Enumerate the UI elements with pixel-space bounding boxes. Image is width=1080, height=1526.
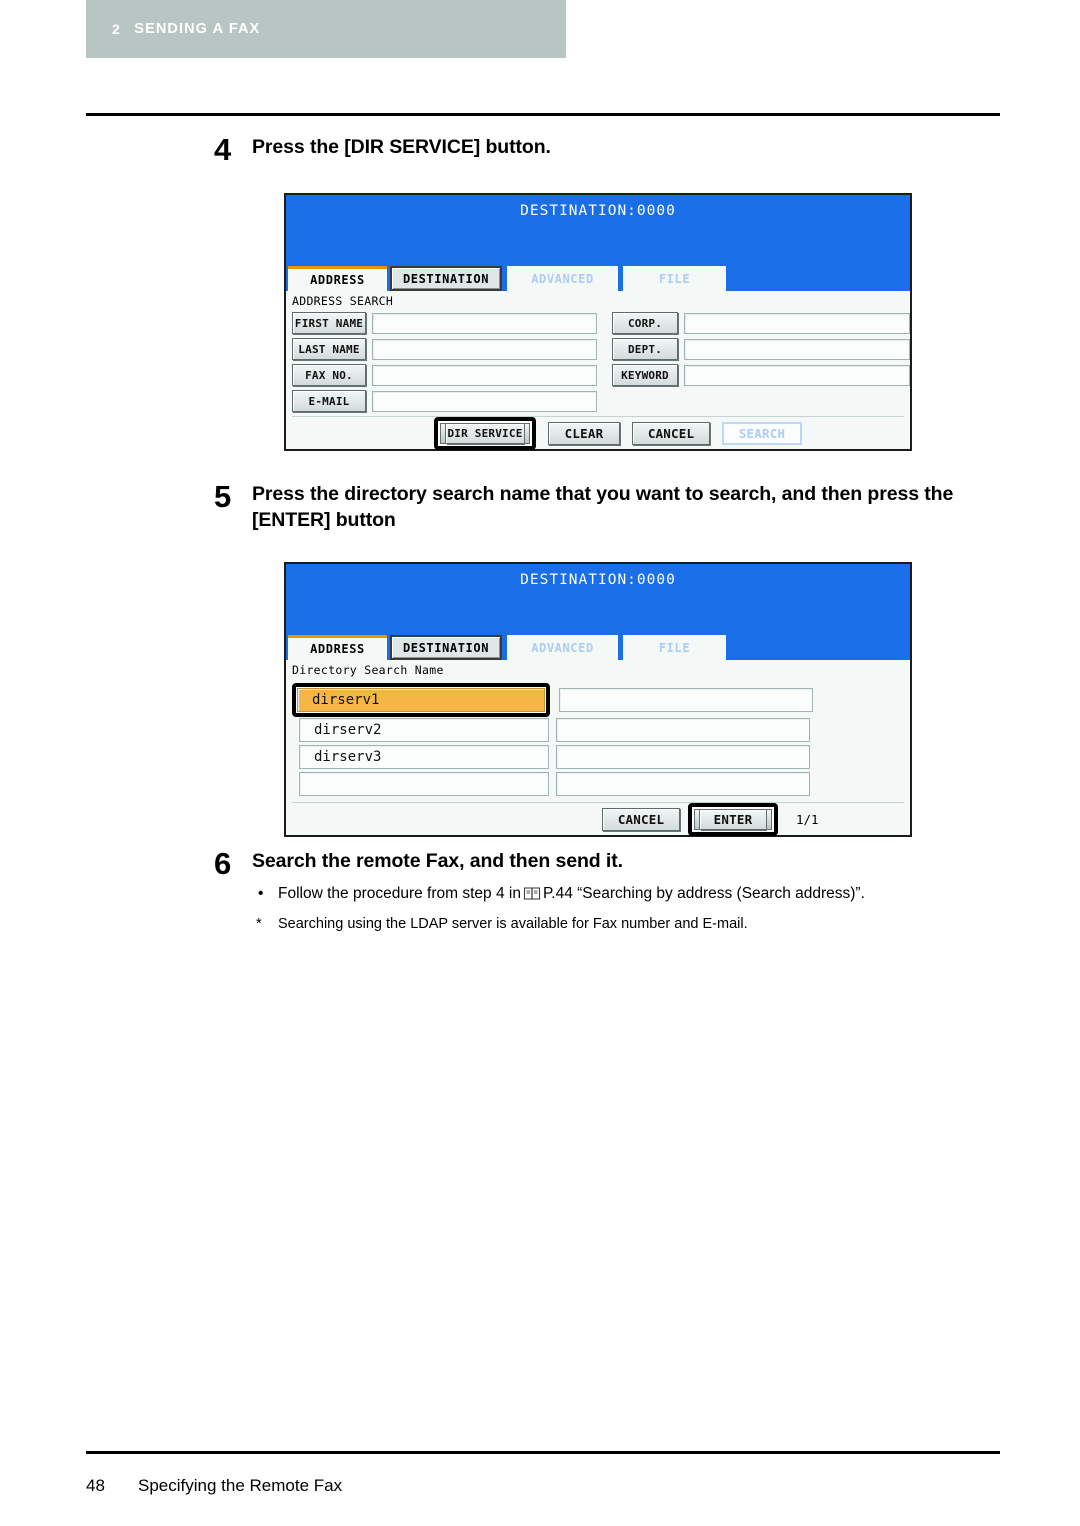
step-5: 5 Press the directory search name that y… <box>214 481 1004 534</box>
step-6-bullets: • Follow the procedure from step 4 in P.… <box>252 883 1014 934</box>
clear-button[interactable]: CLEAR <box>548 421 620 445</box>
tab-file[interactable]: FILE <box>623 266 726 291</box>
footer: 48 Specifying the Remote Fax <box>86 1476 342 1496</box>
step-4-heading: Press the [DIR SERVICE] button. <box>252 136 551 158</box>
address-search-button-row: DIR SERVICE CLEAR CANCEL SEARCH <box>286 416 910 450</box>
directory-entry-right-2[interactable] <box>556 718 810 742</box>
page-indicator: 1/1 <box>796 811 819 827</box>
dir-service-button[interactable]: DIR SERVICE <box>440 422 530 444</box>
directory-entry-right-3[interactable] <box>556 745 810 769</box>
enter-label: ENTER <box>700 808 766 830</box>
list-item: dirserv2 <box>292 718 904 742</box>
dirserv1-highlight-ring: dirserv1 <box>292 683 550 717</box>
destination-counter: DESTINATION:0000 <box>520 203 676 219</box>
directory-entry-4[interactable] <box>299 772 549 796</box>
directory-search-body: Directory Search Name dirserv1 dirserv2 … <box>286 660 910 836</box>
bullet-text-before: Follow the procedure from step 4 in <box>278 885 521 903</box>
tab-advanced[interactable]: ADVANCED <box>507 266 618 291</box>
enter-highlight-ring: ENTER <box>688 802 778 836</box>
form-row-fax-no: FAX NO. KEYWORD <box>286 364 910 386</box>
lcd-screen-address-search: DESTINATION:0000 ADDRESS DESTINATION ADV… <box>284 193 912 451</box>
tab-strip: ADDRESS DESTINATION ADVANCED FILE <box>286 265 910 291</box>
list-item: dirserv3 <box>292 745 904 769</box>
dir-service-label: DIR SERVICE <box>446 422 524 444</box>
note-text: Searching using the LDAP server is avail… <box>278 915 748 932</box>
address-search-form: FIRST NAME CORP. LAST NAME DEPT. FAX NO.… <box>286 312 910 412</box>
directory-button-row: CANCEL ENTER 1/1 <box>286 802 910 836</box>
corp-button[interactable]: CORP. <box>612 312 678 334</box>
lcd-screen-directory-search: DESTINATION:0000 ADDRESS DESTINATION ADV… <box>284 562 912 837</box>
header-divider <box>86 113 1000 116</box>
first-name-button[interactable]: FIRST NAME <box>292 312 366 334</box>
fax-no-button[interactable]: FAX NO. <box>292 364 366 386</box>
list-item: dirserv1 <box>292 683 904 717</box>
corp-input[interactable] <box>684 312 910 334</box>
first-name-input[interactable] <box>372 312 597 334</box>
dept-button[interactable]: DEPT. <box>612 338 678 360</box>
dir-service-right-pip <box>524 422 530 444</box>
footer-page-number: 48 <box>86 1476 105 1495</box>
section-label-directory-search: Directory Search Name <box>292 663 444 677</box>
enter-right-pip <box>766 808 772 830</box>
form-row-email: E-MAIL <box>286 390 910 412</box>
fax-no-input[interactable] <box>372 364 597 386</box>
step-4-number: 4 <box>214 132 232 167</box>
bullet-item: • Follow the procedure from step 4 in P.… <box>252 883 1014 907</box>
step-6-heading: Search the remote Fax, and then send it. <box>252 850 623 872</box>
email-button[interactable]: E-MAIL <box>292 390 366 412</box>
form-row-first-name: FIRST NAME CORP. <box>286 312 910 334</box>
keyword-input[interactable] <box>684 364 910 386</box>
step-5-number: 5 <box>214 479 232 514</box>
bullet-marker: • <box>258 885 264 903</box>
search-button: SEARCH <box>722 421 802 445</box>
tab-destination-2[interactable]: DESTINATION <box>390 635 502 660</box>
step-6-number: 6 <box>214 846 232 881</box>
tab-strip-2: ADDRESS DESTINATION ADVANCED FILE <box>286 634 910 660</box>
lcd-titlebar: DESTINATION:0000 <box>286 195 910 265</box>
tab-advanced-2[interactable]: ADVANCED <box>507 635 618 660</box>
enter-button[interactable]: ENTER <box>694 808 772 830</box>
footer-divider <box>86 1451 1000 1454</box>
step-4: 4 Press the [DIR SERVICE] button. <box>214 134 1004 165</box>
address-search-body: ADDRESS SEARCH FIRST NAME CORP. LAST NAM… <box>286 291 910 450</box>
dir-service-highlight-ring: DIR SERVICE <box>434 416 536 450</box>
cancel-button-directory[interactable]: CANCEL <box>602 807 680 831</box>
note-item: * Searching using the LDAP server is ava… <box>252 914 1014 935</box>
section-label-address-search: ADDRESS SEARCH <box>292 294 394 308</box>
chapter-header-bar: 2 SENDING A FAX <box>86 0 566 58</box>
directory-entry-right-1[interactable] <box>559 688 813 712</box>
email-input[interactable] <box>372 390 597 412</box>
step-5-heading: Press the directory search name that you… <box>252 483 954 532</box>
directory-list: dirserv1 dirserv2 dirserv3 <box>286 681 910 796</box>
step-6: 6 Search the remote Fax, and then send i… <box>214 848 1014 935</box>
directory-entry-3[interactable]: dirserv3 <box>299 745 549 769</box>
book-icon <box>523 885 540 907</box>
chapter-title: SENDING A FAX <box>134 21 261 37</box>
form-row-last-name: LAST NAME DEPT. <box>286 338 910 360</box>
bullet-text-after: P.44 “Searching by address (Search addre… <box>542 885 865 903</box>
tab-destination[interactable]: DESTINATION <box>390 266 502 291</box>
note-marker: * <box>256 915 262 932</box>
tab-address-2[interactable]: ADDRESS <box>288 635 387 660</box>
chapter-number: 2 <box>112 21 121 37</box>
tab-file-2[interactable]: FILE <box>623 635 726 660</box>
list-item <box>292 772 904 796</box>
directory-entry-2[interactable]: dirserv2 <box>299 718 549 742</box>
destination-counter-2: DESTINATION:0000 <box>520 572 676 588</box>
footer-section-title: Specifying the Remote Fax <box>138 1476 343 1495</box>
cancel-button[interactable]: CANCEL <box>632 421 710 445</box>
dept-input[interactable] <box>684 338 910 360</box>
lcd-titlebar-2: DESTINATION:0000 <box>286 564 910 634</box>
directory-entry-selected[interactable]: dirserv1 <box>297 688 545 712</box>
last-name-button[interactable]: LAST NAME <box>292 338 366 360</box>
last-name-input[interactable] <box>372 338 597 360</box>
tab-address[interactable]: ADDRESS <box>288 266 387 291</box>
directory-entry-right-4[interactable] <box>556 772 810 796</box>
bullet-body: Follow the procedure from step 4 in P.44… <box>278 883 865 907</box>
keyword-button[interactable]: KEYWORD <box>612 364 678 386</box>
